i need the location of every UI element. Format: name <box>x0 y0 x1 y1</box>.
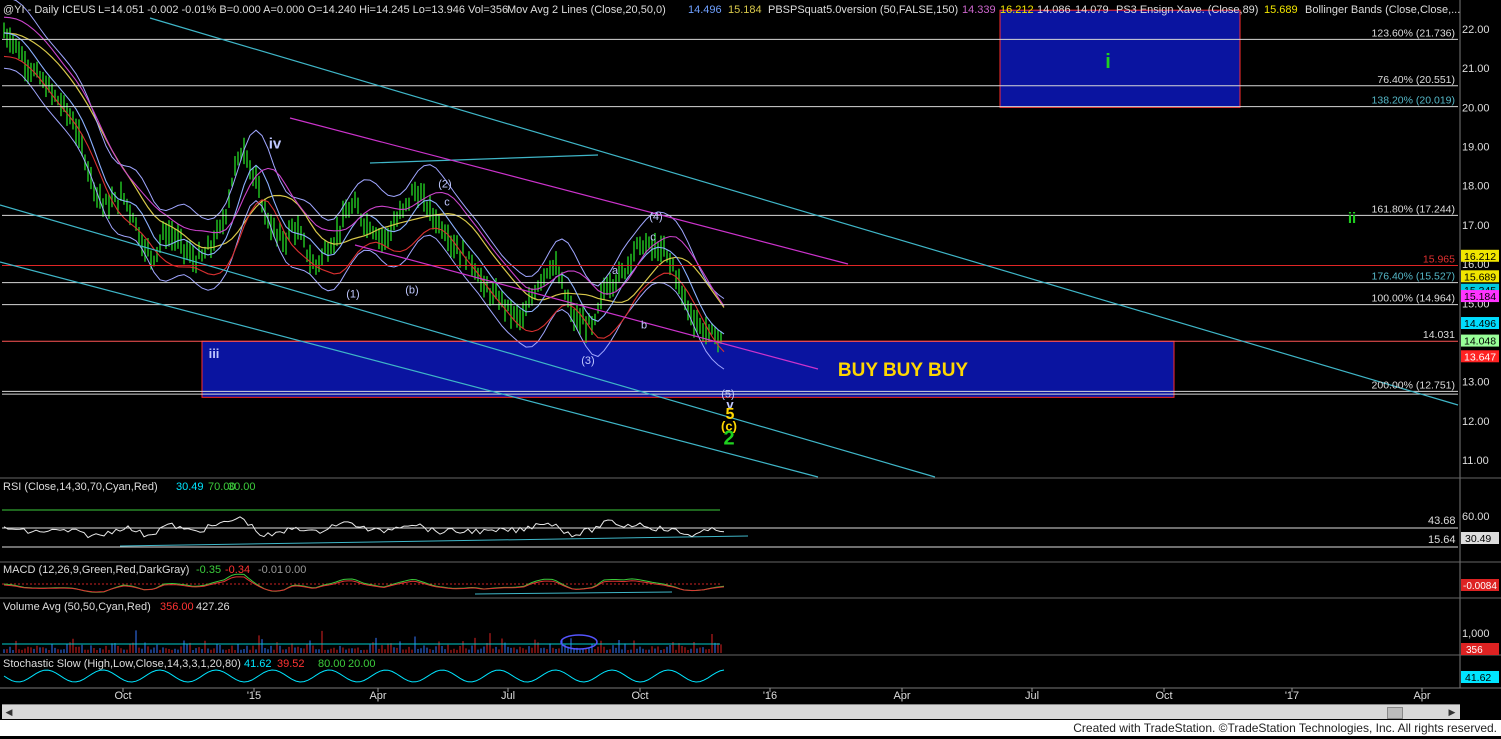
wave-label: iii <box>209 346 220 361</box>
rsi-y-tick: 60.00 <box>1462 511 1490 523</box>
scroll-right-icon[interactable]: ▶ <box>1446 706 1458 718</box>
fib-level-label: 100.00% (14.964) <box>1372 293 1455 305</box>
scroll-thumb[interactable] <box>1387 707 1403 719</box>
wave-label: 2 <box>723 427 734 449</box>
volume-badge-text: 356 <box>1466 645 1483 656</box>
buy-annotation: BUY BUY BUY <box>838 360 969 381</box>
y-tick-label: 18.00 <box>1462 181 1490 193</box>
y-tick-label: 17.00 <box>1462 220 1490 232</box>
volume-y-tick: 1,000 <box>1462 628 1490 640</box>
macd-hist: -0.01 <box>258 564 283 576</box>
header-pbs-v2: 16.212 <box>1000 4 1034 16</box>
fib-level-label: 123.60% (21.736) <box>1372 27 1455 39</box>
y-tick-label: 20.00 <box>1462 102 1490 114</box>
footer-credit: Created with TradeStation. ©TradeStation… <box>1067 721 1497 735</box>
wave-label: (2) <box>438 179 451 191</box>
header-ma-v2: 15.184 <box>728 4 762 16</box>
chart-canvas[interactable]: 123.60% (21.736) 76.40% (20.551) 138.20% (… <box>0 0 1501 736</box>
wave-label: a <box>612 265 619 277</box>
header-ma-v1: 14.496 <box>688 4 722 16</box>
wave-label: i <box>1105 51 1111 73</box>
wave-label: c <box>650 232 656 244</box>
rsi-level-label: 43.68 <box>1428 515 1456 527</box>
wave-label: b <box>641 320 647 332</box>
scroll-left-icon[interactable]: ◀ <box>3 706 15 718</box>
x-tick-label: Jul <box>501 690 515 702</box>
wave-label: (3) <box>581 355 594 367</box>
axis-value-badge-text: 15.689 <box>1464 271 1496 283</box>
y-tick-label: 12.00 <box>1462 416 1490 428</box>
header-pbs-v1: 14.339 <box>962 4 996 16</box>
x-tick-label: Apr <box>893 690 910 702</box>
header-exchange: ICEUS <box>62 4 96 16</box>
stochastic-d: 39.52 <box>277 658 305 670</box>
fib-level-label: 138.20% (20.019) <box>1372 95 1455 107</box>
fib-level-label: 176.40% (15.527) <box>1372 271 1455 283</box>
axis-value-badge-text: 16.212 <box>1464 251 1496 263</box>
y-tick-label: 13.00 <box>1462 377 1490 389</box>
axis-value-badge-text: 15.184 <box>1464 291 1496 303</box>
fib-level-label: 14.031 <box>1423 329 1455 341</box>
wave-label: iv <box>269 136 282 153</box>
y-tick-label: 22.00 <box>1462 24 1490 36</box>
header-bb-label: Bollinger Bands (Close,Close,... <box>1305 4 1460 16</box>
macd-value: -0.35 <box>196 564 221 576</box>
stochastic-upper: 80.00 <box>318 658 346 670</box>
header-symbol: @YI - Daily <box>3 4 59 16</box>
y-tick-label: 19.00 <box>1462 142 1490 154</box>
x-tick-label: '17 <box>1285 690 1299 702</box>
macd-zero: 0.00 <box>285 564 306 576</box>
stochastic-lower: 20.00 <box>348 658 376 670</box>
fib-level-label: 200.00% (12.751) <box>1372 379 1455 391</box>
fib-level-label: 161.80% (17.244) <box>1372 203 1455 215</box>
stochastic-k: 41.62 <box>244 658 272 670</box>
wave-label: ii <box>1348 210 1356 227</box>
rsi-level-label: 15.64 <box>1428 534 1456 546</box>
x-tick-label: '16 <box>763 690 777 702</box>
fib-level-label: 15.965 <box>1423 253 1455 265</box>
stochastic-title: Stochastic Slow (High,Low,Close,14,3,3,1… <box>3 658 241 670</box>
header-pbs-v3: 14.086 <box>1037 4 1071 16</box>
stochastic-badge-text: 41.62 <box>1465 672 1491 684</box>
wave-label: (b) <box>405 284 418 296</box>
y-tick-label: 11.00 <box>1462 455 1489 467</box>
header-ps3-v: 15.689 <box>1264 4 1298 16</box>
target-box-i <box>999 9 1241 108</box>
axis-value-badge-text: 13.647 <box>1464 351 1496 363</box>
macd-title: MACD (12,26,9,Green,Red,DarkGray) <box>3 564 189 576</box>
y-tick-label: 21.00 <box>1462 63 1490 75</box>
rsi-title: RSI (Close,14,30,70,Cyan,Red) <box>3 481 158 493</box>
rsi-badge-text: 30.49 <box>1465 533 1491 545</box>
x-tick-label: Apr <box>369 690 386 702</box>
x-tick-label: Oct <box>114 690 131 702</box>
axis-value-badge-text: 14.496 <box>1464 318 1496 330</box>
header-ps3-label: PS3 Ensign Xave. (Close,89) <box>1116 4 1258 16</box>
header-pbs-label: PBSPSquat5.0version (50,FALSE,150) <box>768 4 958 16</box>
chart-window: 123.60% (21.736) 76.40% (20.551) 138.20% (… <box>0 0 1501 736</box>
wave-label: (4) <box>649 211 662 223</box>
x-tick-label: Oct <box>1155 690 1172 702</box>
header-quote: L=14.051 -0.002 -0.01% B=0.000 A=0.000 O… <box>98 4 508 16</box>
x-tick-label: Apr <box>1413 690 1430 702</box>
x-tick-label: Oct <box>631 690 648 702</box>
header-ma-label: Mov Avg 2 Lines (Close,20,50,0) <box>507 4 666 16</box>
x-tick-label: '15 <box>247 690 261 702</box>
axis-value-badge-text: 14.048 <box>1464 336 1496 348</box>
rsi-lower: 30.00 <box>228 481 256 493</box>
wave-label: c <box>444 196 450 208</box>
wave-label: (1) <box>346 288 359 300</box>
buy-zone-box <box>201 340 1175 398</box>
volume-title: Volume Avg (50,50,Cyan,Red) <box>3 601 151 613</box>
rsi-value: 30.49 <box>176 481 204 493</box>
fib-level-label: 76.40% (20.551) <box>1377 74 1455 86</box>
header-pbs-v4: 14.079 <box>1075 4 1109 16</box>
volume-value: 356.00 <box>160 601 194 613</box>
time-scrollbar[interactable]: ◀ ▶ <box>2 704 1460 719</box>
volume-avg: 427.26 <box>196 601 230 613</box>
macd-badge-text: -0.0084 <box>1463 581 1497 592</box>
x-tick-label: Jul <box>1025 690 1039 702</box>
